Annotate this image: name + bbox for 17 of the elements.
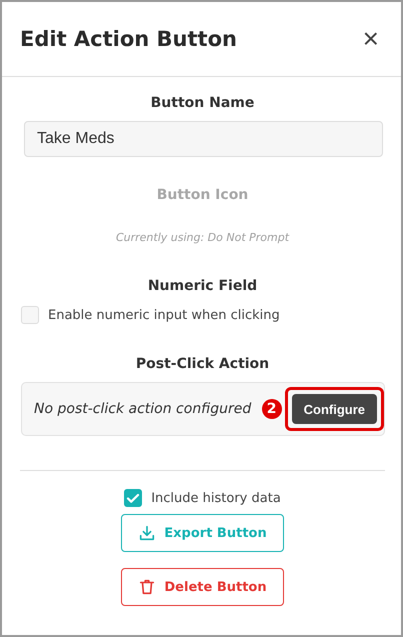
section-label: Button Name [150, 95, 256, 111]
checkbox-label[interactable]: Include history data [151, 490, 281, 506]
empty-message: No post-click action configured [34, 401, 252, 417]
configure-button[interactable]: Configure [292, 394, 377, 424]
step-badge: 2 [262, 399, 282, 419]
dialog-title: Edit Action Button [20, 27, 237, 51]
delete-button[interactable]: Delete Button [121, 568, 284, 606]
close-button[interactable]: × [358, 25, 383, 53]
checkbox[interactable] [124, 489, 142, 507]
download-icon [138, 524, 156, 542]
section-label: Button Icon [156, 187, 250, 203]
trash-icon [138, 578, 156, 596]
icon-status-text: Currently using: Do Not Prompt [114, 231, 290, 244]
name-input-field[interactable]: Take Meds [24, 121, 383, 157]
section-label: Post-Click Action [134, 356, 270, 372]
checkbox-label[interactable]: Enable numeric input when clicking [48, 308, 280, 322]
section-label: Numeric Field [146, 278, 258, 294]
